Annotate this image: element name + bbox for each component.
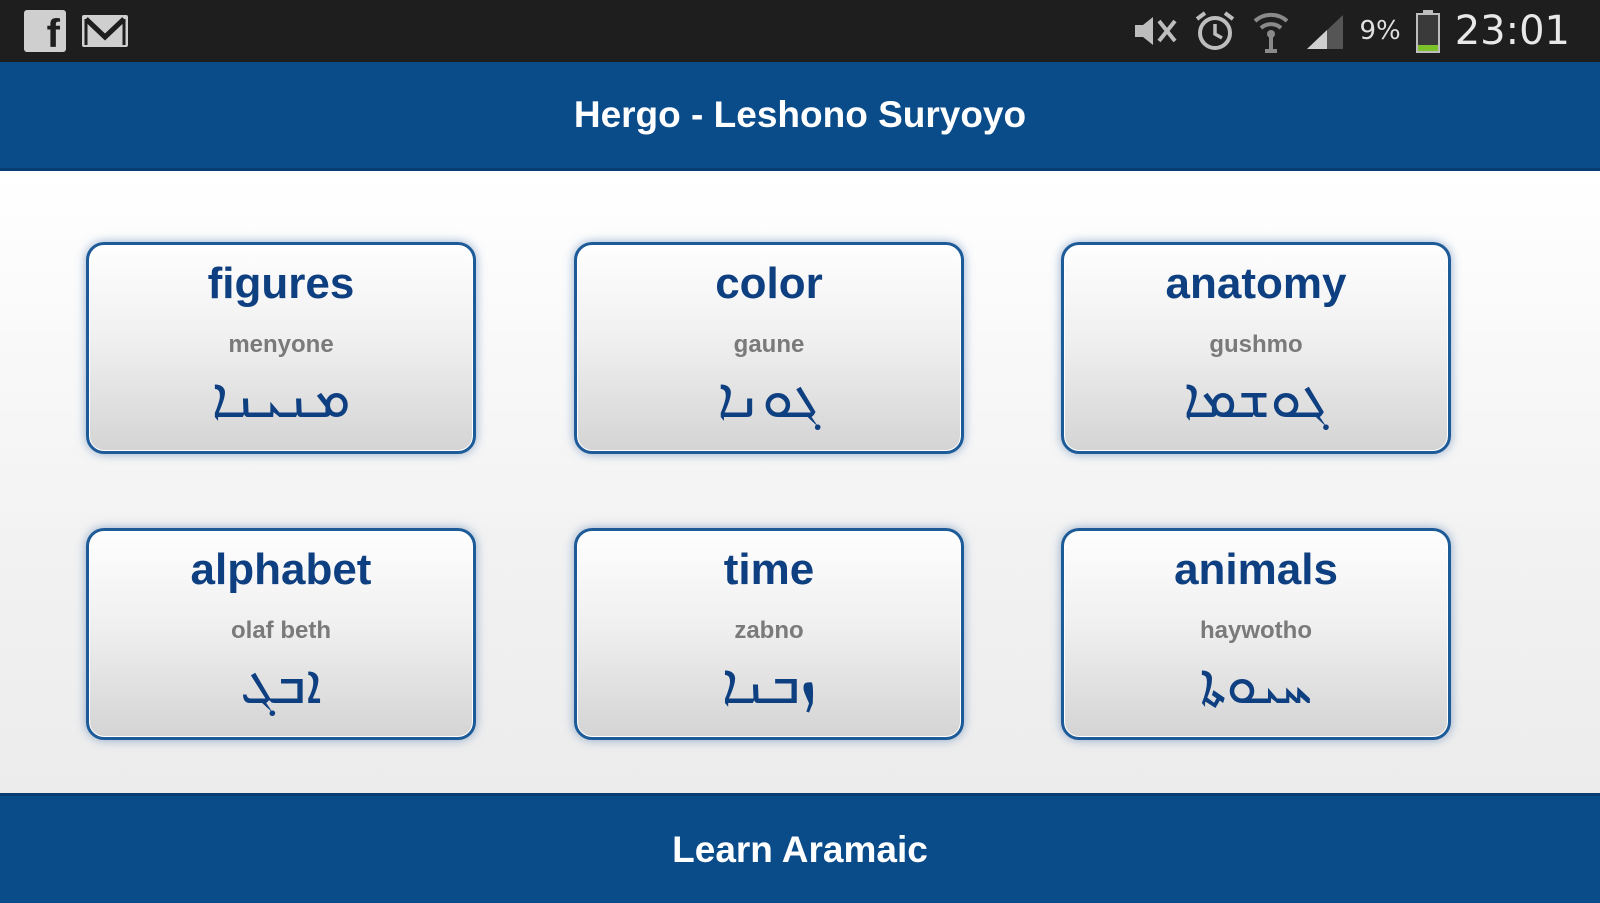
tile-subtitle: olaf beth xyxy=(231,617,331,644)
signal-icon xyxy=(1307,15,1344,49)
footer-label: Learn Aramaic xyxy=(672,828,928,870)
alarm-icon xyxy=(1196,11,1235,50)
gmail-icon xyxy=(82,15,128,47)
footer-bar: Learn Aramaic xyxy=(0,793,1600,903)
category-grid: figures menyone ܡܢܝܢܐ color gaune ܓܘܢܐ a… xyxy=(0,171,1600,793)
tile-title: animals xyxy=(1174,545,1338,594)
tile-subtitle: haywotho xyxy=(1200,617,1312,644)
battery-icon xyxy=(1415,10,1440,53)
category-tile-color[interactable]: color gaune ܓܘܢܐ xyxy=(574,242,964,454)
category-tile-animals[interactable]: animals haywotho ܚܝܘܬܐ xyxy=(1061,528,1451,740)
tile-syriac-word: ܓܘܫܡܐ xyxy=(1183,366,1329,431)
tile-title: anatomy xyxy=(1165,259,1347,308)
tile-subtitle: zabno xyxy=(734,617,804,644)
tile-title: time xyxy=(723,545,815,594)
app-bar: Hergo - Leshono Suryoyo xyxy=(0,62,1600,171)
tile-syriac-word: ܚܝܘܬܐ xyxy=(1199,652,1313,717)
battery-percent: 9% xyxy=(1359,16,1401,46)
tile-syriac-word: ܙܒܢܐ xyxy=(721,652,817,717)
wifi-icon xyxy=(1254,12,1289,53)
status-bar: f 9% 23:01 xyxy=(0,0,1600,62)
tile-title: color xyxy=(715,259,823,308)
mute-icon xyxy=(1135,17,1178,45)
app-title: Hergo - Leshono Suryoyo xyxy=(573,94,1027,135)
tile-subtitle: menyone xyxy=(228,331,334,358)
system-icons: 9% 23:01 xyxy=(1131,6,1570,56)
tile-subtitle: gushmo xyxy=(1209,331,1303,358)
tile-title: figures xyxy=(207,259,355,308)
tile-title: alphabet xyxy=(190,545,372,594)
tile-syriac-word: ܓܘܢܐ xyxy=(717,366,821,431)
category-tile-alphabet[interactable]: alphabet olaf beth ܐܒܓ xyxy=(86,528,476,740)
tile-syriac-word: ܡܢܝܢܐ xyxy=(211,366,351,431)
tile-subtitle: gaune xyxy=(733,331,805,358)
clock: 23:01 xyxy=(1454,8,1570,54)
category-tile-time[interactable]: time zabno ܙܒܢܐ xyxy=(574,528,964,740)
tile-syriac-word: ܐܒܓ xyxy=(240,652,322,717)
facebook-icon: f xyxy=(24,10,66,54)
notification-icons: f xyxy=(24,10,130,54)
category-tile-anatomy[interactable]: anatomy gushmo ܓܘܫܡܐ xyxy=(1061,242,1451,454)
category-tile-figures[interactable]: figures menyone ܡܢܝܢܐ xyxy=(86,242,476,454)
